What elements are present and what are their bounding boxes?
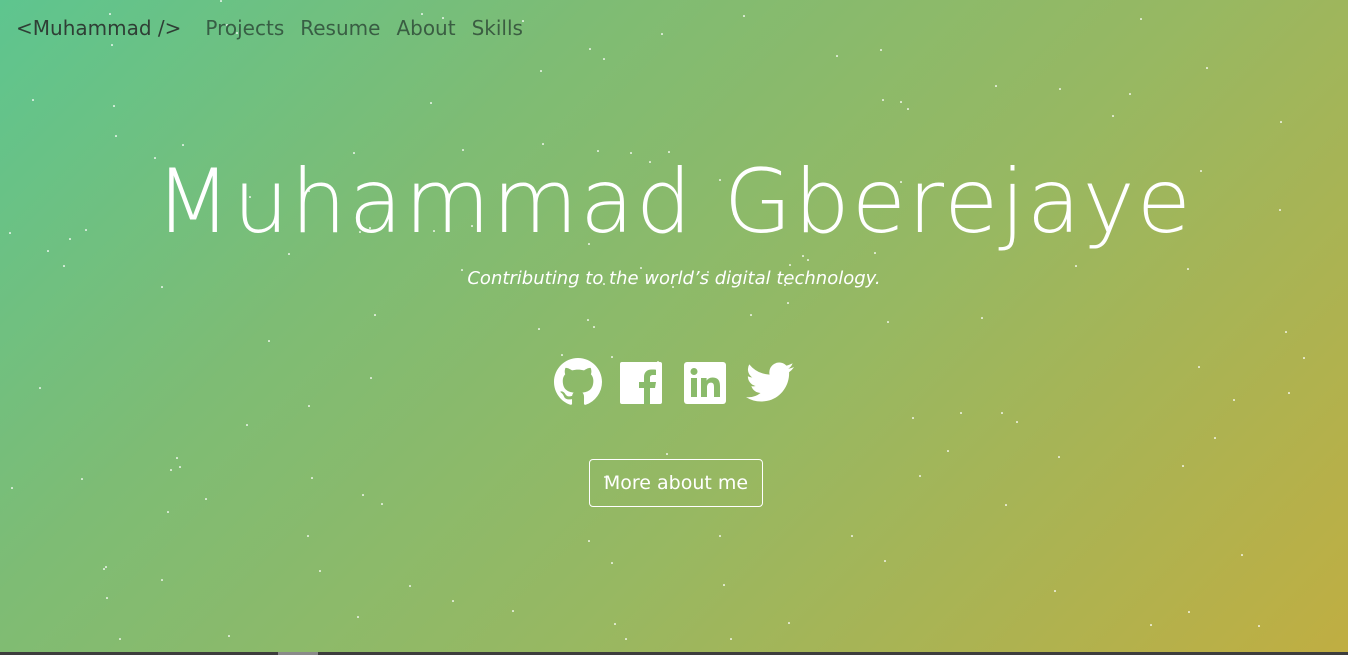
star-dot [912,417,914,419]
star-dot [981,317,983,319]
brand-logo[interactable]: <Muhammad /> [16,16,181,40]
star-dot [540,70,542,72]
star-dot [319,570,321,572]
star-dot [1112,115,1114,117]
star-dot [32,99,34,101]
github-icon[interactable] [554,358,602,406]
star-dot [1075,265,1077,267]
star-dot [1059,88,1061,90]
star-dot [311,477,313,479]
nav-link-projects[interactable]: Projects [205,16,284,40]
star-dot [1129,93,1131,95]
star-dot [666,453,668,455]
star-dot [851,535,853,537]
star-dot [1285,331,1287,333]
star-dot [103,568,105,570]
star-dot [723,584,725,586]
star-dot [1280,121,1282,123]
star-dot [1001,412,1003,414]
star-dot [381,503,383,505]
star-dot [179,466,181,468]
star-dot [362,494,364,496]
star-dot [176,457,178,459]
star-dot [1182,465,1184,467]
star-dot [789,264,791,266]
star-dot [81,478,83,480]
star-dot [452,600,454,602]
star-dot [113,105,115,107]
star-dot [788,622,790,624]
star-dot [887,321,889,323]
star-dot [588,540,590,542]
top-navbar: <Muhammad /> Projects Resume About Skill… [0,0,1348,56]
star-dot [161,579,163,581]
star-dot [1150,624,1152,626]
star-dot [167,511,169,513]
star-dot [512,610,514,612]
star-dot [907,108,909,110]
star-dot [1054,590,1056,592]
more-about-me-button[interactable]: More about me [589,459,763,507]
star-dot [960,412,962,414]
star-dot [1241,554,1243,556]
nav-link-skills[interactable]: Skills [472,16,523,40]
star-dot [115,135,117,137]
star-dot [603,58,605,60]
star-dot [205,498,207,500]
star-dot [884,560,886,562]
star-dot [787,302,789,304]
star-dot [1258,625,1260,627]
star-dot [611,562,613,564]
star-dot [1214,437,1216,439]
nav-link-resume[interactable]: Resume [300,16,380,40]
star-dot [1016,421,1018,423]
nav-link-about[interactable]: About [396,16,455,40]
star-dot [228,635,230,637]
facebook-icon[interactable] [618,358,666,406]
star-dot [63,265,65,267]
social-links [0,358,1348,406]
star-dot [719,535,721,537]
star-dot [750,314,752,316]
star-dot [730,638,732,640]
star-dot [947,450,949,452]
star-dot [119,638,121,640]
twitter-icon[interactable] [746,358,794,406]
star-dot [593,326,595,328]
star-dot [374,314,376,316]
star-dot [919,475,921,477]
star-dot [538,328,540,330]
star-dot [995,85,997,87]
star-dot [1188,611,1190,613]
star-dot [1206,67,1208,69]
linkedin-icon[interactable] [682,358,730,406]
star-dot [307,535,309,537]
hero-subtitle: Contributing to the world’s digital tech… [467,268,881,289]
star-dot [561,354,563,356]
star-dot [1058,456,1060,458]
star-dot [105,566,107,568]
hero-title: Muhammad Gberejaye [155,150,1193,253]
star-dot [357,616,359,618]
star-dot [246,424,248,426]
star-dot [900,101,902,103]
star-dot [268,340,270,342]
nav-links: Projects Resume About Skills [205,16,539,40]
star-dot [430,102,432,104]
star-dot [11,487,13,489]
star-dot [106,597,108,599]
starfield-background [0,0,1348,655]
star-dot [625,638,627,640]
star-dot [587,319,589,321]
star-dot [614,623,616,625]
star-dot [409,585,411,587]
star-dot [170,469,172,471]
star-dot [882,99,884,101]
star-dot [1005,504,1007,506]
